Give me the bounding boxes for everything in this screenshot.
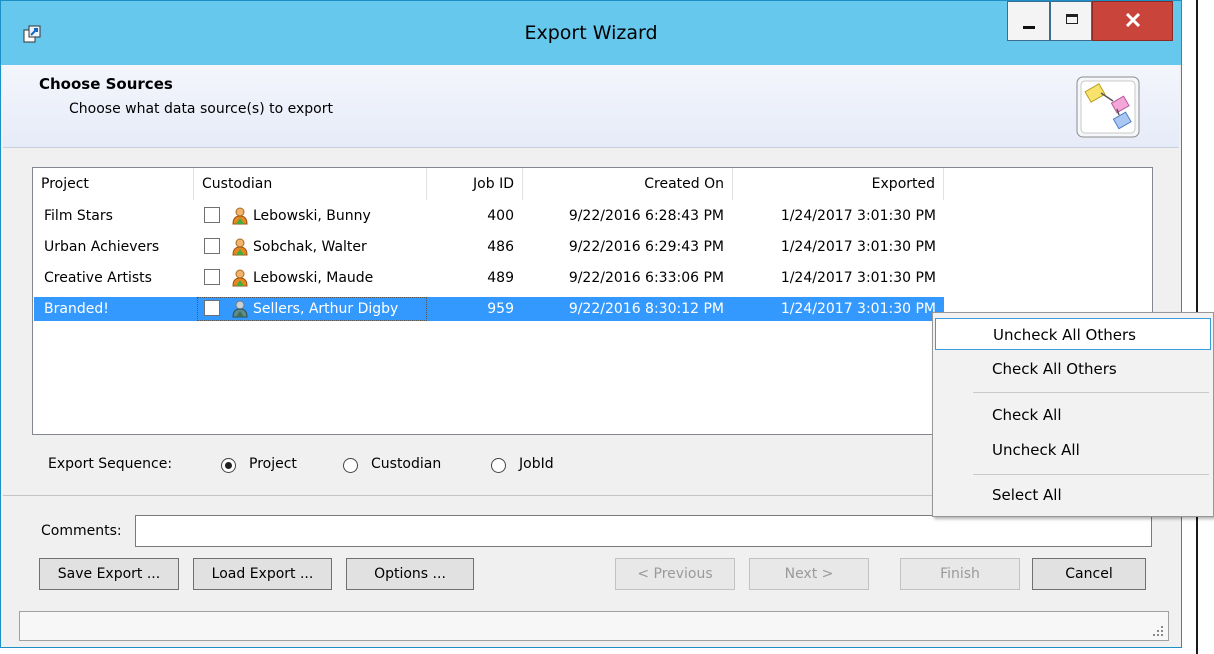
radio-jobid[interactable] (491, 458, 506, 473)
menu-separator (973, 474, 1209, 475)
custodian-checkbox[interactable] (204, 238, 220, 254)
table-row-selected[interactable]: Branded! Sellers, Arthur Digby 959 9/22/… (34, 297, 944, 321)
menu-item-label: Check All Others (992, 360, 1117, 378)
custodian-cell: Lebowski, Bunny (253, 208, 371, 224)
cancel-button[interactable]: Cancel (1032, 558, 1146, 590)
job-id-cell: 400 (487, 208, 514, 224)
page-subtitle: Choose what data source(s) to export (69, 101, 333, 117)
radio-project-label[interactable]: Project (249, 456, 297, 472)
project-cell: Creative Artists (44, 270, 152, 286)
column-header-custodian[interactable]: Custodian (194, 168, 427, 200)
table-row[interactable]: Urban Achievers Sobchak, Walter 486 9/22… (34, 235, 1151, 259)
radio-project[interactable] (221, 458, 236, 473)
table-row[interactable]: Film Stars Lebowski, Bunny 400 9/22/2016… (34, 204, 1151, 228)
menu-item-label: Check All (992, 406, 1062, 424)
menu-item-select-all[interactable]: Select All (935, 479, 1211, 511)
custodian-cell: Sellers, Arthur Digby (253, 301, 399, 317)
comments-label: Comments: (41, 523, 122, 539)
menu-item-uncheck-all[interactable]: Uncheck All (935, 434, 1211, 466)
title-bar[interactable]: Export Wizard (1, 1, 1181, 65)
custodian-checkbox[interactable] (204, 300, 220, 316)
menu-item-check-all-others[interactable]: Check All Others (935, 353, 1211, 385)
radio-selected-dot (225, 462, 232, 469)
exported-cell: 1/24/2017 3:01:30 PM (780, 301, 936, 317)
custodian-checkbox[interactable] (204, 207, 220, 223)
table-row[interactable]: Creative Artists Lebowski, Maude 489 9/2… (34, 266, 1151, 290)
load-export-button[interactable]: Load Export ... (193, 558, 332, 590)
previous-button[interactable]: < Previous (615, 558, 735, 590)
exported-cell: 1/24/2017 3:01:30 PM (780, 270, 936, 286)
project-cell: Urban Achievers (44, 239, 160, 255)
created-on-cell: 9/22/2016 6:28:43 PM (568, 208, 724, 224)
job-id-cell: 959 (487, 301, 514, 317)
radio-custodian-label[interactable]: Custodian (371, 456, 441, 472)
radio-custodian[interactable] (343, 458, 358, 473)
menu-item-label: Uncheck All (992, 441, 1080, 459)
comments-input[interactable] (135, 515, 1152, 547)
radio-jobid-label[interactable]: JobId (519, 456, 554, 472)
column-header-job-id[interactable]: Job ID (427, 168, 523, 200)
created-on-cell: 9/22/2016 6:33:06 PM (568, 270, 724, 286)
close-icon (1125, 13, 1141, 27)
created-on-cell: 9/22/2016 6:29:43 PM (568, 239, 724, 255)
window-title: Export Wizard (524, 22, 658, 44)
custodian-cell: Sobchak, Walter (253, 239, 367, 255)
person-icon (232, 269, 248, 287)
next-button[interactable]: Next > (749, 558, 869, 590)
maximize-icon (1066, 14, 1078, 24)
page-title: Choose Sources (39, 75, 173, 93)
project-cell: Film Stars (44, 208, 113, 224)
context-menu: Uncheck All Others Check All Others Chec… (932, 312, 1214, 517)
custodian-cell: Lebowski, Maude (253, 270, 374, 286)
options-button[interactable]: Options ... (346, 558, 474, 590)
menu-item-label: Select All (992, 486, 1062, 504)
resize-grip-icon[interactable] (1152, 625, 1164, 637)
maximize-button[interactable] (1050, 1, 1092, 41)
project-cell: Branded! (44, 301, 109, 317)
status-bar (19, 611, 1169, 641)
export-sequence-label: Export Sequence: (48, 456, 173, 472)
menu-item-uncheck-all-others[interactable]: Uncheck All Others (935, 318, 1211, 350)
menu-item-check-all[interactable]: Check All (935, 399, 1211, 431)
exported-cell: 1/24/2017 3:01:30 PM (780, 239, 936, 255)
person-icon (232, 238, 248, 256)
finish-button[interactable]: Finish (900, 558, 1020, 590)
person-icon (232, 207, 248, 225)
exported-cell: 1/24/2017 3:01:30 PM (780, 208, 936, 224)
menu-separator (973, 392, 1209, 393)
save-export-button[interactable]: Save Export ... (39, 558, 179, 590)
minimize-icon (1023, 26, 1035, 29)
column-header-project[interactable]: Project (33, 168, 194, 200)
person-icon (232, 300, 248, 318)
job-id-cell: 489 (487, 270, 514, 286)
column-header-created-on[interactable]: Created On (523, 168, 733, 200)
created-on-cell: 9/22/2016 8:30:12 PM (568, 301, 724, 317)
job-id-cell: 486 (487, 239, 514, 255)
workflow-icon (1076, 76, 1140, 138)
custodian-checkbox[interactable] (204, 269, 220, 285)
column-header-exported[interactable]: Exported (733, 168, 944, 200)
menu-item-label: Uncheck All Others (993, 326, 1136, 344)
close-button[interactable] (1092, 1, 1173, 41)
wizard-header: Choose Sources Choose what data source(s… (3, 65, 1179, 148)
minimize-button[interactable] (1007, 1, 1050, 41)
